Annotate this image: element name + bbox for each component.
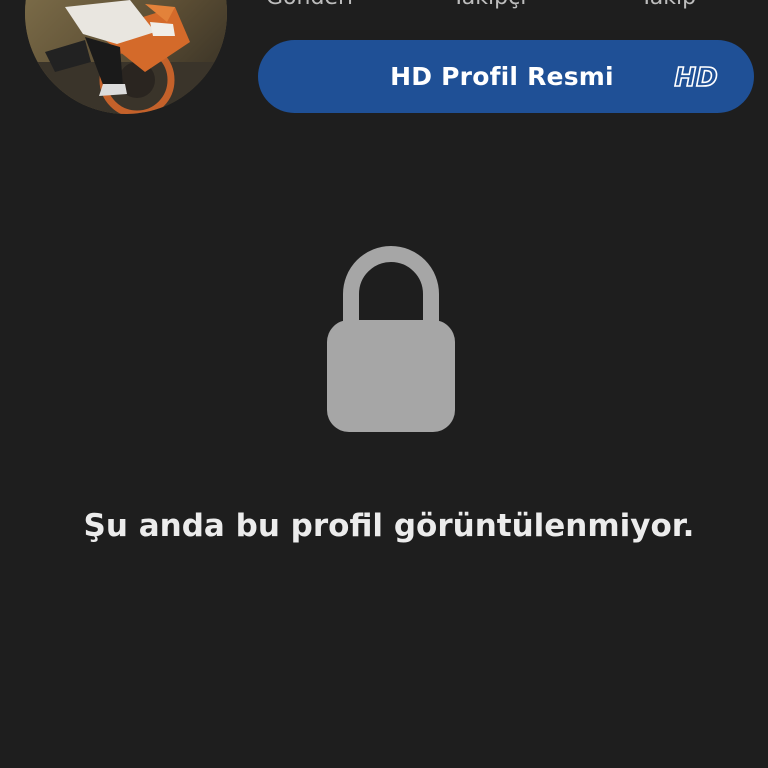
followers-stat-label[interactable]: Takipçi [452,0,526,9]
profile-page: Gönderi Takipçi Takip HD Profil Resmi HD… [0,0,768,768]
hd-badge-icon: HD [668,60,724,94]
following-stat-label[interactable]: Takip [640,0,696,9]
hd-profile-picture-button[interactable]: HD Profil Resmi HD [258,40,754,113]
avatar-photo [25,0,227,114]
posts-stat-label[interactable]: Gönderi [266,0,353,9]
hd-badge-text: HD [674,63,717,93]
lock-icon [325,244,457,434]
hd-profile-picture-label: HD Profil Resmi [390,62,614,91]
profile-avatar[interactable] [25,0,227,114]
profile-unavailable-message: Şu anda bu profil görüntülenmiyor. [83,508,695,544]
